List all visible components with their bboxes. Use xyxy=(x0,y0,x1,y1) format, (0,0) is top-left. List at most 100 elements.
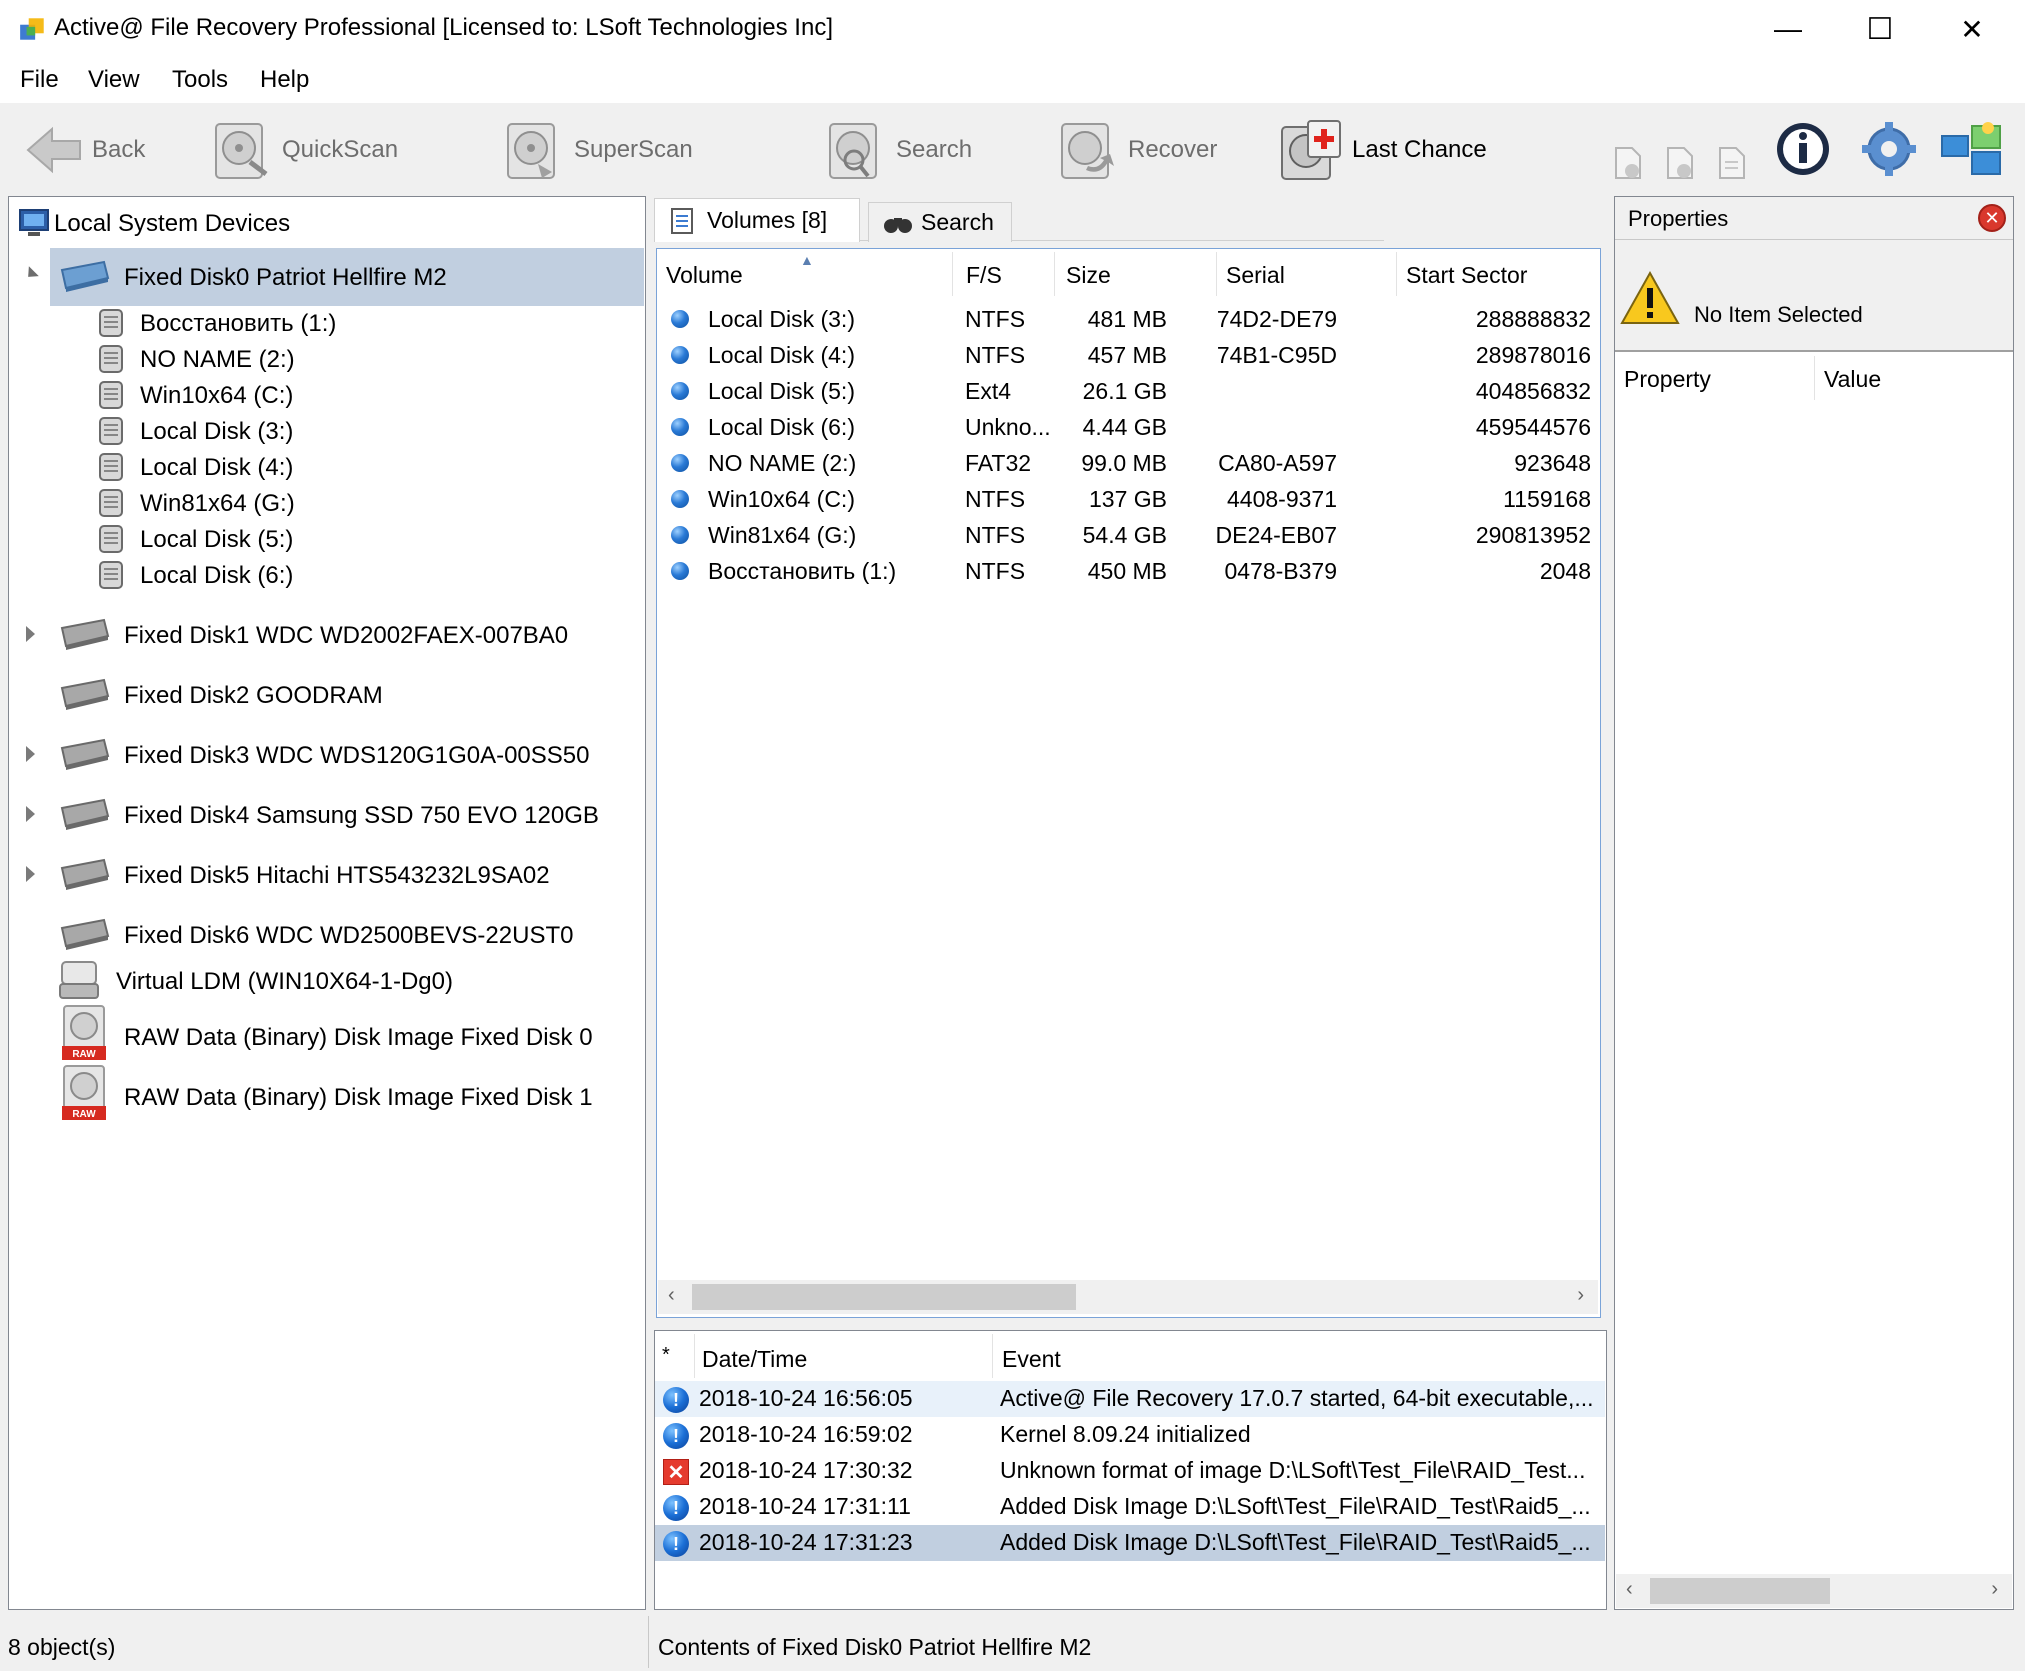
log-row[interactable]: ! 2018-10-24 16:56:05 Active@ File Recover… xyxy=(655,1381,1605,1417)
tab-volumes[interactable]: Volumes [8] xyxy=(654,198,860,242)
tree-volume-item[interactable]: Восстановить (1:) xyxy=(140,310,336,338)
back-label: Back xyxy=(92,136,146,163)
tree-volume-item[interactable]: Local Disk (4:) xyxy=(140,454,293,482)
tree-virtual-ldm[interactable]: Virtual LDM (WIN10X64-1-Dg0) xyxy=(116,968,453,996)
tree-disk-label[interactable]: Fixed Disk6 WDC WD2500BEVS-22UST0 xyxy=(124,922,573,950)
volume-row[interactable]: Win81x64 (G:) NTFS 54.4 GB DE24-EB07 2908139… xyxy=(657,517,1599,553)
hard-disk-icon xyxy=(60,618,110,650)
col-datetime[interactable]: Date/Time xyxy=(702,1346,807,1373)
cell-datetime: 2018-10-24 16:56:05 xyxy=(699,1385,913,1411)
tree-root-label[interactable]: Local System Devices xyxy=(54,210,290,238)
scroll-left-icon[interactable]: ‹ xyxy=(1626,1578,1633,1601)
volume-icon xyxy=(99,525,123,553)
tree-volume-item[interactable]: Local Disk (3:) xyxy=(140,418,293,446)
volume-row[interactable]: Win10x64 (C:) NTFS 137 GB 4408-9371 1159168 xyxy=(657,481,1599,517)
last-chance-button[interactable]: Last Chance xyxy=(1278,110,1487,190)
col-serial[interactable]: Serial xyxy=(1226,262,1285,289)
cell-fs: NTFS xyxy=(965,306,1026,332)
scroll-right-icon[interactable]: › xyxy=(1991,1578,1998,1601)
menu-view[interactable]: View xyxy=(88,66,140,94)
col-separator xyxy=(1814,356,1815,400)
scroll-thumb[interactable] xyxy=(1650,1578,1830,1604)
maximize-button[interactable]: ☐ xyxy=(1834,0,1926,58)
col-value[interactable]: Value xyxy=(1824,366,1881,393)
scroll-right-icon[interactable]: › xyxy=(1577,1284,1584,1307)
log-row[interactable]: ! 2018-10-24 17:31:11 Added Disk Image D:\… xyxy=(655,1489,1605,1525)
info-icon: ! xyxy=(663,1387,689,1413)
col-fs[interactable]: F/S xyxy=(966,262,1002,289)
cell-datetime: 2018-10-24 16:59:02 xyxy=(699,1421,913,1447)
info-icon: ! xyxy=(663,1531,689,1557)
tab-search-label: Search xyxy=(921,209,994,235)
cell-event: Added Disk Image D:\LSoft\Test_File\RAID… xyxy=(1000,1529,1591,1555)
document-icon[interactable] xyxy=(1718,146,1746,180)
info-icon[interactable] xyxy=(1774,120,1832,178)
status-contents-text: Contents of Fixed Disk0 Patriot Hellfire… xyxy=(658,1634,1092,1660)
log-row[interactable]: ✕ 2018-10-24 17:30:32 Unknown format of im… xyxy=(655,1453,1605,1489)
svg-text:RAW: RAW xyxy=(72,1049,96,1060)
tree-disk-label[interactable]: Fixed Disk3 WDC WDS120G1G0A-00SS50 xyxy=(124,742,590,770)
volume-row[interactable]: Local Disk (6:) Unkno... 4.44 GB 459544576 xyxy=(657,409,1599,445)
tree-volume-item[interactable]: Local Disk (5:) xyxy=(140,526,293,554)
network-devices-icon[interactable] xyxy=(1940,120,2004,178)
col-volume[interactable]: Volume xyxy=(666,262,743,289)
search-button[interactable]: Search xyxy=(824,110,972,190)
col-start-sector[interactable]: Start Sector xyxy=(1406,262,1527,289)
tree-disk-label[interactable]: Fixed Disk4 Samsung SSD 750 EVO 120GB xyxy=(124,802,599,830)
tree-disk-label[interactable]: Fixed Disk5 Hitachi HTS543232L9SA02 xyxy=(124,862,550,890)
back-button[interactable]: Back xyxy=(26,110,145,190)
volume-status-icon xyxy=(671,490,689,508)
properties-close-button[interactable]: ✕ xyxy=(1978,204,2006,232)
quickscan-button[interactable]: QuickScan xyxy=(210,110,398,190)
volume-status-icon xyxy=(671,454,689,472)
menu-tools[interactable]: Tools xyxy=(172,66,228,94)
tree-raw-image-0[interactable]: RAW Data (Binary) Disk Image Fixed Disk … xyxy=(124,1024,593,1052)
volume-row[interactable]: Local Disk (5:) Ext4 26.1 GB 404856832 xyxy=(657,373,1599,409)
expand-arrow-icon[interactable] xyxy=(26,746,35,762)
col-size[interactable]: Size xyxy=(1066,262,1111,289)
log-row[interactable]: ! 2018-10-24 17:31:23 Added Disk Image D:\… xyxy=(655,1525,1605,1561)
expand-arrow-icon[interactable] xyxy=(26,806,35,822)
properties-hscrollbar[interactable]: ‹ › xyxy=(1616,1574,2012,1608)
volume-icon xyxy=(99,489,123,517)
maximize-icon: ☐ xyxy=(1866,12,1894,46)
tab-search[interactable]: Search xyxy=(868,202,1012,242)
col-log-marker[interactable]: * xyxy=(662,1344,670,1367)
minimize-button[interactable]: — xyxy=(1742,0,1834,58)
col-event[interactable]: Event xyxy=(1002,1346,1061,1373)
close-icon: ✕ xyxy=(1960,13,1984,45)
menu-help[interactable]: Help xyxy=(260,66,309,94)
expand-arrow-icon[interactable] xyxy=(26,866,35,882)
tree-volume-item[interactable]: Win10x64 (C:) xyxy=(140,382,293,410)
menu-file[interactable]: File xyxy=(20,66,59,94)
tree-disk-label[interactable]: Fixed Disk1 WDC WD2002FAEX-007BA0 xyxy=(124,622,568,650)
volumes-hscrollbar[interactable]: ‹ › xyxy=(658,1280,1598,1314)
close-button[interactable]: ✕ xyxy=(1926,0,2018,58)
volume-row[interactable]: Восстановить (1:) NTFS 450 MB 0478-B379 2048 xyxy=(657,553,1599,589)
superscan-button[interactable]: SuperScan xyxy=(502,110,693,190)
tree-volume-item[interactable]: Local Disk (6:) xyxy=(140,562,293,590)
cell-serial: DE24-EB07 xyxy=(1215,522,1337,548)
settings-gear-icon[interactable] xyxy=(1860,120,1918,178)
volume-row[interactable]: Local Disk (4:) NTFS 457 MB 74B1-C95D 289878… xyxy=(657,337,1599,373)
tree-volume-item[interactable]: Win81x64 (G:) xyxy=(140,490,295,518)
cell-volume: Local Disk (5:) xyxy=(708,378,855,404)
volume-status-icon xyxy=(671,346,689,364)
cell-event: Active@ File Recovery 17.0.7 started, 64… xyxy=(1000,1385,1594,1411)
tree-volume-item[interactable]: NO NAME (2:) xyxy=(140,346,295,374)
scroll-thumb[interactable] xyxy=(692,1284,1076,1310)
col-property[interactable]: Property xyxy=(1624,366,1711,393)
document-check-icon[interactable] xyxy=(1614,146,1642,180)
volume-row[interactable]: NO NAME (2:) FAT32 99.0 MB CA80-A597 923648 xyxy=(657,445,1599,481)
scroll-left-icon[interactable]: ‹ xyxy=(668,1284,675,1307)
tree-disk-label[interactable]: Fixed Disk2 GOODRAM xyxy=(124,682,383,710)
log-row[interactable]: ! 2018-10-24 16:59:02 Kernel 8.09.24 initi… xyxy=(655,1417,1605,1453)
document-delete-icon[interactable] xyxy=(1666,146,1694,180)
volume-row[interactable]: Local Disk (3:) NTFS 481 MB 74D2-DE79 288888… xyxy=(657,301,1599,337)
cell-serial: 0478-B379 xyxy=(1224,558,1337,584)
expand-arrow-icon[interactable] xyxy=(26,626,35,642)
tree-raw-image-1[interactable]: RAW Data (Binary) Disk Image Fixed Disk … xyxy=(124,1084,593,1112)
cell-volume: Local Disk (4:) xyxy=(708,342,855,368)
cell-volume: Local Disk (6:) xyxy=(708,414,855,440)
recover-button[interactable]: Recover xyxy=(1056,110,1217,190)
